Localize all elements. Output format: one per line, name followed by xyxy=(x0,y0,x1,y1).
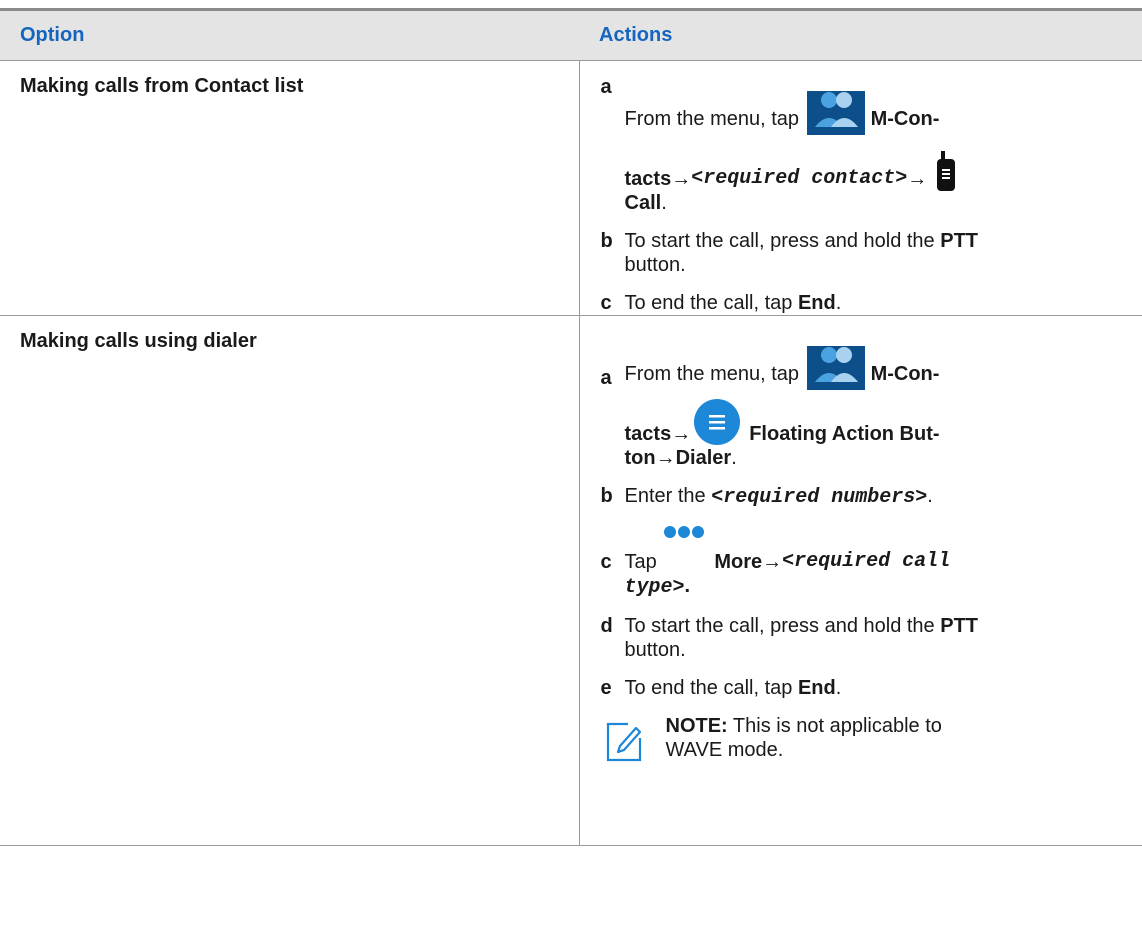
option-label: Making calls using dialer xyxy=(20,330,257,352)
actions-cell: a From the menu, tap xyxy=(579,315,1142,846)
procedure-table: Option Actions Making calls from Contact… xyxy=(0,8,1142,846)
step-text: To start the call, press and hold the xyxy=(624,615,941,637)
step-text: Tap xyxy=(624,551,663,573)
step-bold: More xyxy=(714,551,763,573)
step-bold: Floating Action But- xyxy=(749,423,940,445)
placeholder-text: <required contact> xyxy=(691,167,908,190)
note-box: NOTE: This is not applicable to WAVE mod… xyxy=(601,714,1127,762)
step-text: From the menu, tap xyxy=(624,108,805,130)
step-e: e To end the call, tap End. xyxy=(601,676,1127,700)
punctuation: . xyxy=(731,447,737,469)
step-bold: PTT xyxy=(940,230,979,252)
step-text: Enter the xyxy=(624,485,712,507)
step-bold: PTT xyxy=(940,615,979,637)
punctuation: . xyxy=(661,192,667,214)
step-letter: c xyxy=(600,551,612,573)
option-cell: Making calls using dialer xyxy=(0,315,580,846)
step-text: button. xyxy=(624,639,686,661)
punctuation: . xyxy=(927,485,933,507)
step-bold: Dialer xyxy=(675,447,732,469)
actions-cell: a From the menu, tap xyxy=(579,60,1142,316)
note-label: NOTE: xyxy=(665,715,728,737)
punctuation: . xyxy=(835,677,842,699)
step-text: To start the call, press and hold the xyxy=(624,230,941,252)
step-letter: a xyxy=(600,367,612,389)
step-text: To end the call, tap xyxy=(624,292,798,314)
header-option: Option xyxy=(0,8,579,61)
table-header-row: Option Actions xyxy=(0,8,1142,61)
step-bold: tacts xyxy=(624,168,672,190)
note-text: This is not applicable to xyxy=(727,715,942,737)
step-bold: M-Con- xyxy=(870,363,940,385)
option-label: Making calls from Contact list xyxy=(20,75,304,97)
step-a: a From the menu, tap xyxy=(601,330,1127,470)
step-c: c To end the call, tap End. xyxy=(601,291,1127,315)
arrow: → xyxy=(907,168,928,190)
step-bold: M-Con- xyxy=(870,108,940,130)
step-bold: Call xyxy=(624,192,662,214)
step-letter: b xyxy=(600,485,613,507)
option-cell: Making calls from Contact list xyxy=(0,60,580,316)
note-text: WAVE mode. xyxy=(665,739,784,761)
step-bold: ton xyxy=(624,447,656,469)
arrow: → xyxy=(671,423,692,445)
floating-action-button-icon xyxy=(694,399,741,445)
step-a: a From the menu, tap xyxy=(601,75,1127,215)
placeholder-text: type> xyxy=(624,576,685,599)
step-letter: a xyxy=(600,76,612,98)
step-d: d To start the call, press and hold the … xyxy=(601,614,1127,662)
arrow: → xyxy=(655,447,676,469)
step-b: b Enter the <required numbers>. xyxy=(601,484,1127,510)
step-bold: End xyxy=(797,292,836,314)
step-letter: d xyxy=(600,615,613,637)
step-bold: tacts xyxy=(624,423,672,445)
contacts-icon xyxy=(806,346,865,390)
table-row: Making calls using dialer a From the men… xyxy=(0,315,1142,846)
step-text: button. xyxy=(624,254,686,276)
contacts-icon xyxy=(806,91,865,135)
step-bold: End xyxy=(797,677,836,699)
radio-handset-icon xyxy=(937,151,956,191)
step-text: To end the call, tap xyxy=(624,677,798,699)
step-letter: b xyxy=(600,230,613,252)
header-actions: Actions xyxy=(579,8,1142,61)
arrow: → xyxy=(671,168,692,190)
table-row: Making calls from Contact list a From th… xyxy=(0,60,1142,316)
step-b: b To start the call, press and hold the … xyxy=(601,229,1127,277)
placeholder-text: <required numbers> xyxy=(711,486,928,509)
step-letter: e xyxy=(600,677,612,699)
step-c: c Tap More → <required call type>. xyxy=(601,524,1127,600)
arrow: → xyxy=(762,551,783,573)
punctuation: . xyxy=(835,292,842,314)
more-dots-icon xyxy=(664,526,705,538)
note-pencil-icon xyxy=(606,722,641,762)
punctuation: . xyxy=(684,575,691,597)
placeholder-text: <required call xyxy=(782,550,951,573)
step-text: From the menu, tap xyxy=(624,363,805,385)
step-letter: c xyxy=(600,292,612,314)
